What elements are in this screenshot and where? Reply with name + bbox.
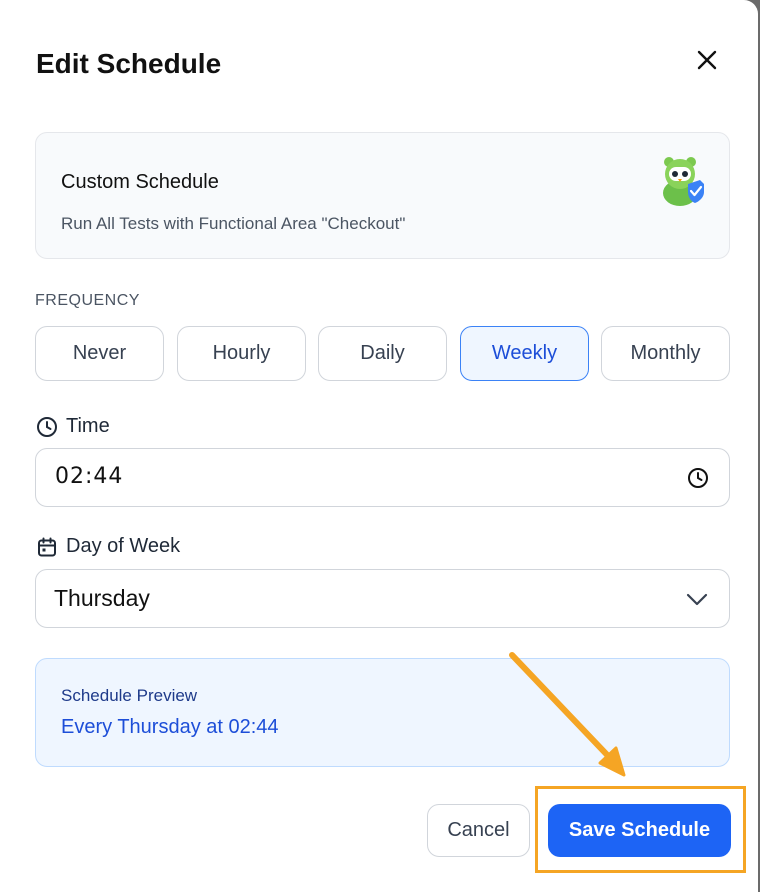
time-input[interactable]: 02:44 (35, 448, 730, 507)
preview-title: Schedule Preview (61, 686, 198, 705)
clock-icon (37, 416, 57, 437)
day-of-week-label-row: Day of Week (36, 535, 180, 558)
cancel-button[interactable]: Cancel (427, 804, 530, 857)
frequency-option-monthly[interactable]: Monthly (601, 326, 730, 381)
day-of-week-label: Day of Week (66, 535, 181, 557)
time-label-row: Time (36, 415, 110, 438)
chevron-down-icon (686, 593, 708, 606)
schedule-summary-card: Custom Schedule Run All Tests with Funct… (35, 132, 730, 259)
time-label: Time (66, 415, 110, 437)
calendar-icon (38, 537, 56, 556)
save-schedule-button[interactable]: Save Schedule (548, 804, 731, 857)
clock-icon[interactable] (687, 467, 709, 489)
dialog-title: Edit Schedule (36, 48, 222, 79)
frequency-option-daily[interactable]: Daily (318, 326, 447, 381)
frequency-option-weekly[interactable]: Weekly (460, 326, 589, 381)
frequency-option-never[interactable]: Never (35, 326, 164, 381)
day-of-week-select[interactable]: Thursday (35, 569, 730, 628)
schedule-preview-panel: Schedule Preview Every Thursday at 02:44 (35, 658, 730, 767)
card-description: Run All Tests with Functional Area "Chec… (61, 214, 406, 233)
preview-text: Every Thursday at 02:44 (61, 716, 279, 738)
day-of-week-value: Thursday (54, 585, 150, 611)
card-title: Custom Schedule (61, 171, 219, 193)
time-value: 02:44 (55, 464, 124, 489)
close-icon (697, 50, 717, 70)
edit-schedule-dialog: Edit Schedule Custom Schedule Run All Te… (0, 0, 758, 892)
frequency-label: FREQUENCY (35, 292, 140, 309)
close-button[interactable] (692, 46, 722, 76)
app-logo-icon (663, 157, 704, 206)
frequency-option-hourly[interactable]: Hourly (177, 326, 306, 381)
